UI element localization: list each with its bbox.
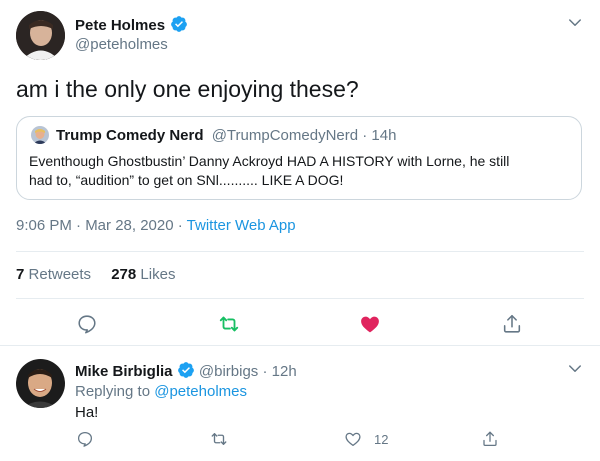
tweet-stats: 7 Retweets 278 Likes	[16, 266, 175, 283]
divider-stats	[16, 298, 584, 299]
likes-count: 278	[111, 266, 137, 283]
reply-separator: ·	[262, 363, 268, 380]
divider-thread	[0, 345, 600, 346]
reply-button[interactable]	[76, 313, 98, 335]
quoted-text-line-2: had to, “audition” to get on SNl........…	[29, 172, 344, 188]
reply-retweet-button[interactable]	[210, 430, 228, 448]
retweets-count: 7	[16, 266, 25, 283]
likes-label: Likes	[140, 266, 176, 283]
author-name-row: Pete Holmes	[75, 15, 188, 35]
reply-author-name[interactable]: Mike Birbiglia	[75, 363, 173, 380]
verified-badge-icon	[177, 362, 194, 378]
heart-filled-icon	[361, 316, 379, 333]
retweet-icon	[211, 433, 227, 445]
verified-badge-icon	[170, 16, 187, 32]
replying-to: Replying to @peteholmes	[75, 383, 247, 400]
reply-share-button[interactable]	[481, 430, 499, 448]
author-name[interactable]: Pete Holmes	[75, 17, 165, 34]
quoted-author-handle: @TrumpComedyNerd	[211, 127, 359, 144]
more-options-button[interactable]	[566, 14, 584, 32]
reply-like-count: 12	[374, 431, 389, 447]
quoted-header: Trump Comedy Nerd @TrumpComedyNerd · 14h	[56, 127, 396, 144]
reply-header: Mike Birbiglia @birbigs · 12h	[75, 361, 297, 380]
reply-text: Ha!	[75, 404, 99, 421]
quoted-separator: ·	[362, 127, 368, 144]
divider-meta	[16, 251, 584, 252]
meta-separator: ·	[177, 217, 187, 234]
retweet-button[interactable]	[218, 313, 240, 335]
like-button[interactable]	[359, 313, 381, 335]
quoted-author-avatar	[31, 126, 49, 144]
reply-like-button[interactable]: 12	[344, 430, 388, 448]
chevron-down-icon	[569, 19, 581, 26]
retweet-icon	[219, 316, 239, 332]
quoted-text-line-1: Eventhough Ghostbustin’ Danny Ackroyd HA…	[29, 153, 510, 169]
author-avatar[interactable]	[16, 11, 65, 60]
replying-to-prefix: Replying to	[75, 383, 151, 400]
heart-outline-icon	[345, 432, 361, 447]
quoted-avatar-image	[31, 126, 49, 144]
author-handle[interactable]: @peteholmes	[75, 36, 168, 53]
chevron-down-icon	[569, 365, 581, 372]
reply-author-handle[interactable]: @birbigs	[199, 363, 258, 380]
tweet-source-link[interactable]: Twitter Web App	[187, 217, 296, 234]
share-icon	[503, 314, 521, 333]
reply-reply-button[interactable]	[76, 430, 94, 448]
tweet-meta: 9:06 PM · Mar 28, 2020 · Twitter Web App	[16, 217, 296, 234]
quoted-text: Eventhough Ghostbustin’ Danny Ackroyd HA…	[29, 152, 509, 190]
reply-icon	[78, 315, 96, 334]
replying-to-handle-link[interactable]: @peteholmes	[154, 383, 247, 400]
quoted-author-name: Trump Comedy Nerd	[56, 127, 204, 144]
likes-stat[interactable]: 278 Likes	[111, 266, 175, 283]
retweets-label: Retweets	[28, 266, 92, 283]
quoted-time: 14h	[371, 127, 397, 144]
reply-time[interactable]: 12h	[272, 363, 297, 380]
retweets-stat[interactable]: 7 Retweets	[16, 266, 95, 283]
tweet-text: am i the only one enjoying these?	[16, 76, 359, 102]
author-avatar-image	[16, 11, 65, 60]
share-button[interactable]	[501, 313, 523, 335]
reply-avatar-image	[16, 359, 65, 408]
reply-icon	[77, 431, 93, 447]
reply-author-avatar[interactable]	[16, 359, 65, 408]
tweet-timestamp[interactable]: 9:06 PM · Mar 28, 2020	[16, 217, 174, 234]
reply-more-options-button[interactable]	[566, 360, 584, 378]
share-icon	[483, 431, 497, 447]
